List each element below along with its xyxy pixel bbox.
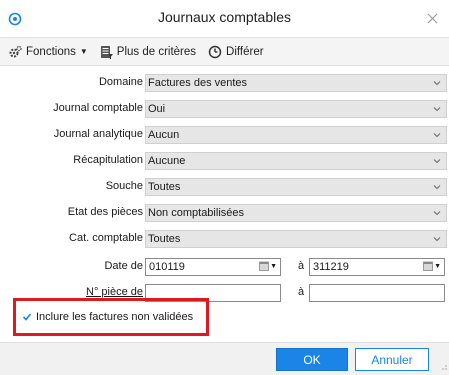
recapitulation-row: Récapitulation Aucune	[0, 152, 449, 170]
plus-de-criteres-button[interactable]: Plus de critères	[100, 45, 196, 59]
differer-button[interactable]: Différer	[208, 45, 264, 59]
etat-pieces-label: Etat des pièces	[67, 206, 143, 218]
date-from-value: 010119	[149, 261, 185, 273]
ok-button[interactable]: OK	[276, 348, 348, 371]
journal-comptable-row: Journal comptable Oui	[0, 100, 449, 118]
journal-comptable-label: Journal comptable	[53, 102, 143, 114]
resize-grip-icon[interactable]	[439, 361, 447, 373]
journal-analytique-select[interactable]: Aucun	[145, 126, 447, 144]
souche-select[interactable]: Toutes	[145, 178, 447, 196]
date-row: Date de 010119 ▼ à 311219 ▼	[0, 258, 449, 276]
cat-comptable-row: Cat. comptable Toutes	[0, 230, 449, 248]
chevron-down-icon	[433, 81, 441, 86]
date-from-input[interactable]: 010119 ▼	[145, 258, 281, 276]
chevron-down-icon	[433, 133, 441, 138]
domaine-value: Factures des ventes	[148, 77, 248, 89]
title-bar: Journaux comptables	[0, 0, 449, 37]
date-to-input[interactable]: 311219 ▼	[309, 258, 445, 276]
dialog-footer: OK Annuler	[0, 342, 449, 375]
close-button[interactable]	[415, 0, 449, 37]
caret-down-icon: ▼	[434, 262, 441, 270]
calendar-dropdown-button[interactable]: ▼	[423, 261, 441, 271]
calendar-icon	[423, 261, 433, 271]
recapitulation-select[interactable]: Aucune	[145, 152, 447, 170]
chevron-down-icon	[433, 159, 441, 164]
souche-row: Souche Toutes	[0, 178, 449, 196]
gear-icon	[9, 45, 22, 57]
domaine-label: Domaine	[98, 76, 143, 88]
journal-analytique-row: Journal analytique Aucun	[0, 126, 449, 144]
fonctions-menu-button[interactable]: Fonctions ▼	[8, 45, 88, 59]
date-to-label: à	[298, 260, 305, 272]
cat-comptable-label: Cat. comptable	[69, 232, 143, 244]
cancel-button[interactable]: Annuler	[355, 348, 429, 371]
souche-value: Toutes	[148, 181, 181, 193]
caret-down-icon: ▼	[270, 262, 277, 270]
cat-comptable-select[interactable]: Toutes	[145, 230, 447, 248]
etat-pieces-row: Etat des pièces Non comptabilisées	[0, 204, 449, 222]
date-label: Date de	[104, 260, 143, 272]
piece-to-input[interactable]	[309, 284, 445, 302]
chevron-down-icon	[433, 107, 441, 112]
plus-de-criteres-label: Plus de critères	[116, 45, 197, 58]
calendar-dropdown-button[interactable]: ▼	[259, 261, 277, 271]
journal-comptable-value: Oui	[148, 103, 166, 115]
differer-label: Différer	[226, 45, 264, 58]
etat-pieces-value: Non comptabilisées	[148, 207, 244, 219]
chevron-down-icon	[433, 211, 441, 216]
filter-document-icon	[100, 45, 113, 59]
souche-label: Souche	[105, 180, 143, 192]
cat-comptable-value: Toutes	[148, 233, 181, 245]
chevron-down-icon	[433, 185, 441, 190]
toolbar: Fonctions ▼ Plus de critères Différer	[0, 37, 449, 66]
recapitulation-value: Aucune	[148, 155, 186, 167]
recapitulation-label: Récapitulation	[73, 154, 143, 166]
calendar-icon	[259, 261, 269, 271]
piece-to-label: à	[298, 286, 305, 298]
date-to-value: 311219	[313, 261, 349, 273]
journal-analytique-label: Journal analytique	[53, 128, 143, 140]
piece-label: N° pièce de	[86, 286, 143, 298]
highlight-box	[13, 298, 209, 336]
close-icon	[427, 13, 437, 24]
journal-comptable-select[interactable]: Oui	[145, 100, 447, 118]
journal-analytique-value: Aucun	[148, 129, 180, 141]
window-title: Journaux comptables	[157, 9, 292, 25]
domaine-select[interactable]: Factures des ventes	[145, 74, 447, 92]
domaine-row: Domaine Factures des ventes	[0, 74, 449, 92]
etat-pieces-select[interactable]: Non comptabilisées	[145, 204, 447, 222]
chevron-down-icon	[433, 237, 441, 242]
fonctions-label: Fonctions	[26, 45, 76, 58]
caret-down-icon: ▼	[79, 47, 88, 56]
clock-icon	[208, 45, 222, 58]
